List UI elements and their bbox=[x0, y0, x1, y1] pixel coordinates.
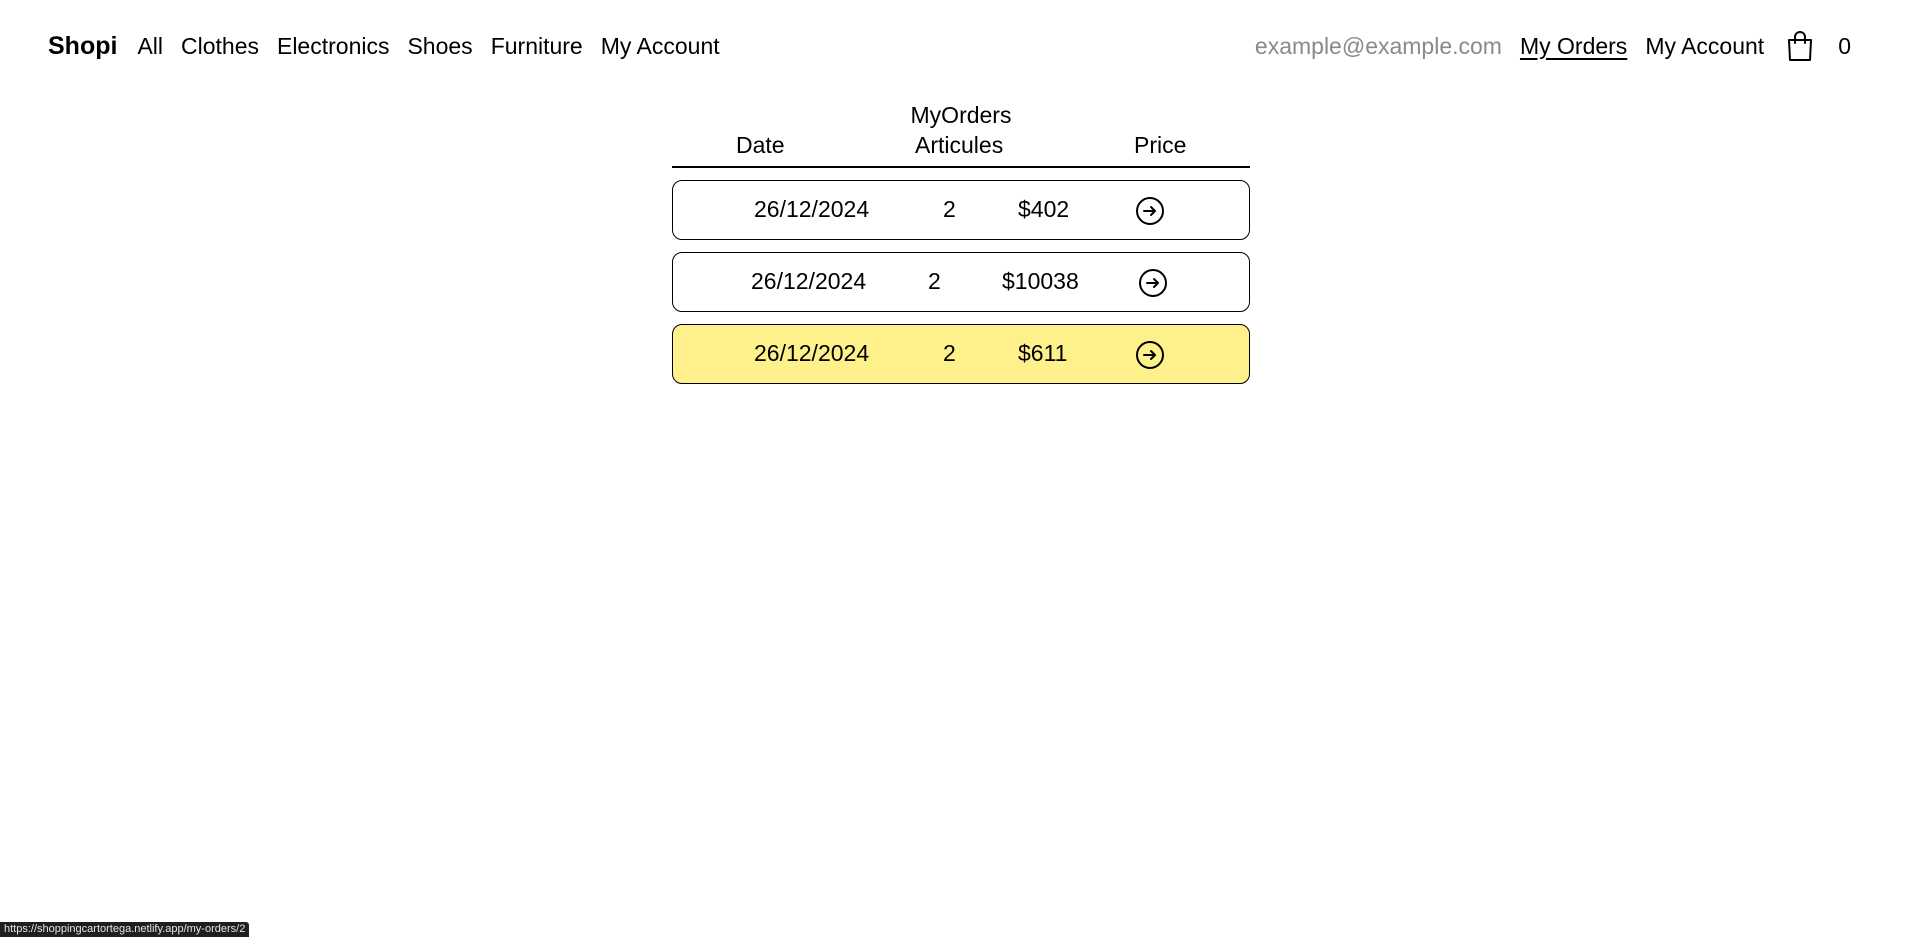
nav-link-my-account-left[interactable]: My Account bbox=[601, 33, 720, 60]
order-date: 26/12/2024 bbox=[754, 340, 870, 366]
nav-link-electronics[interactable]: Electronics bbox=[277, 33, 389, 60]
status-bar-url: https://shoppingcartortega.netlify.app/m… bbox=[0, 922, 250, 937]
orders-table-header: Date Articules Price bbox=[672, 130, 1250, 168]
order-date: 26/12/2024 bbox=[754, 196, 870, 222]
header-articles: Articules bbox=[915, 132, 1004, 158]
order-price: $611 bbox=[1018, 340, 1068, 366]
order-articles: 2 bbox=[943, 196, 956, 222]
my-orders-section: MyOrders Date Articules Price 26/12/2024… bbox=[672, 100, 1250, 384]
navbar: Shopi All Clothes Electronics Shoes Furn… bbox=[0, 0, 1917, 92]
order-card[interactable]: 26/12/2024 2 $10038 bbox=[672, 252, 1250, 312]
arrow-right-circle-icon[interactable] bbox=[1138, 268, 1168, 304]
page-title: MyOrders bbox=[910, 102, 1012, 128]
nav-left: Shopi All Clothes Electronics Shoes Furn… bbox=[48, 32, 738, 61]
cart-count: 0 bbox=[1838, 32, 1851, 59]
brand-logo[interactable]: Shopi bbox=[48, 32, 117, 61]
nav-link-shoes[interactable]: Shoes bbox=[407, 33, 472, 60]
nav-link-furniture[interactable]: Furniture bbox=[491, 33, 583, 60]
order-articles: 2 bbox=[943, 340, 956, 366]
arrow-right-circle-icon[interactable] bbox=[1135, 196, 1165, 232]
order-price: $10038 bbox=[1002, 268, 1079, 294]
nav-link-all[interactable]: All bbox=[137, 33, 163, 60]
order-price: $402 bbox=[1018, 196, 1070, 222]
nav-link-clothes[interactable]: Clothes bbox=[181, 33, 259, 60]
order-card[interactable]: 26/12/2024 2 $611 bbox=[672, 324, 1250, 384]
user-email: example@example.com bbox=[1254, 32, 1502, 59]
nav-link-my-account[interactable]: My Account bbox=[1645, 33, 1764, 60]
cart-button[interactable]: 0 bbox=[1786, 30, 1869, 62]
nav-right: example@example.com My Orders My Account… bbox=[1255, 30, 1869, 62]
arrow-right-circle-icon[interactable] bbox=[1135, 340, 1165, 376]
header-price: Price bbox=[1134, 132, 1187, 158]
order-date: 26/12/2024 bbox=[751, 268, 867, 294]
order-card[interactable]: 26/12/2024 2 $402 bbox=[672, 180, 1250, 240]
order-articles: 2 bbox=[928, 268, 941, 294]
nav-link-my-orders[interactable]: My Orders bbox=[1520, 33, 1627, 60]
header-date: Date bbox=[736, 132, 785, 158]
shopping-bag-icon bbox=[1786, 30, 1814, 62]
